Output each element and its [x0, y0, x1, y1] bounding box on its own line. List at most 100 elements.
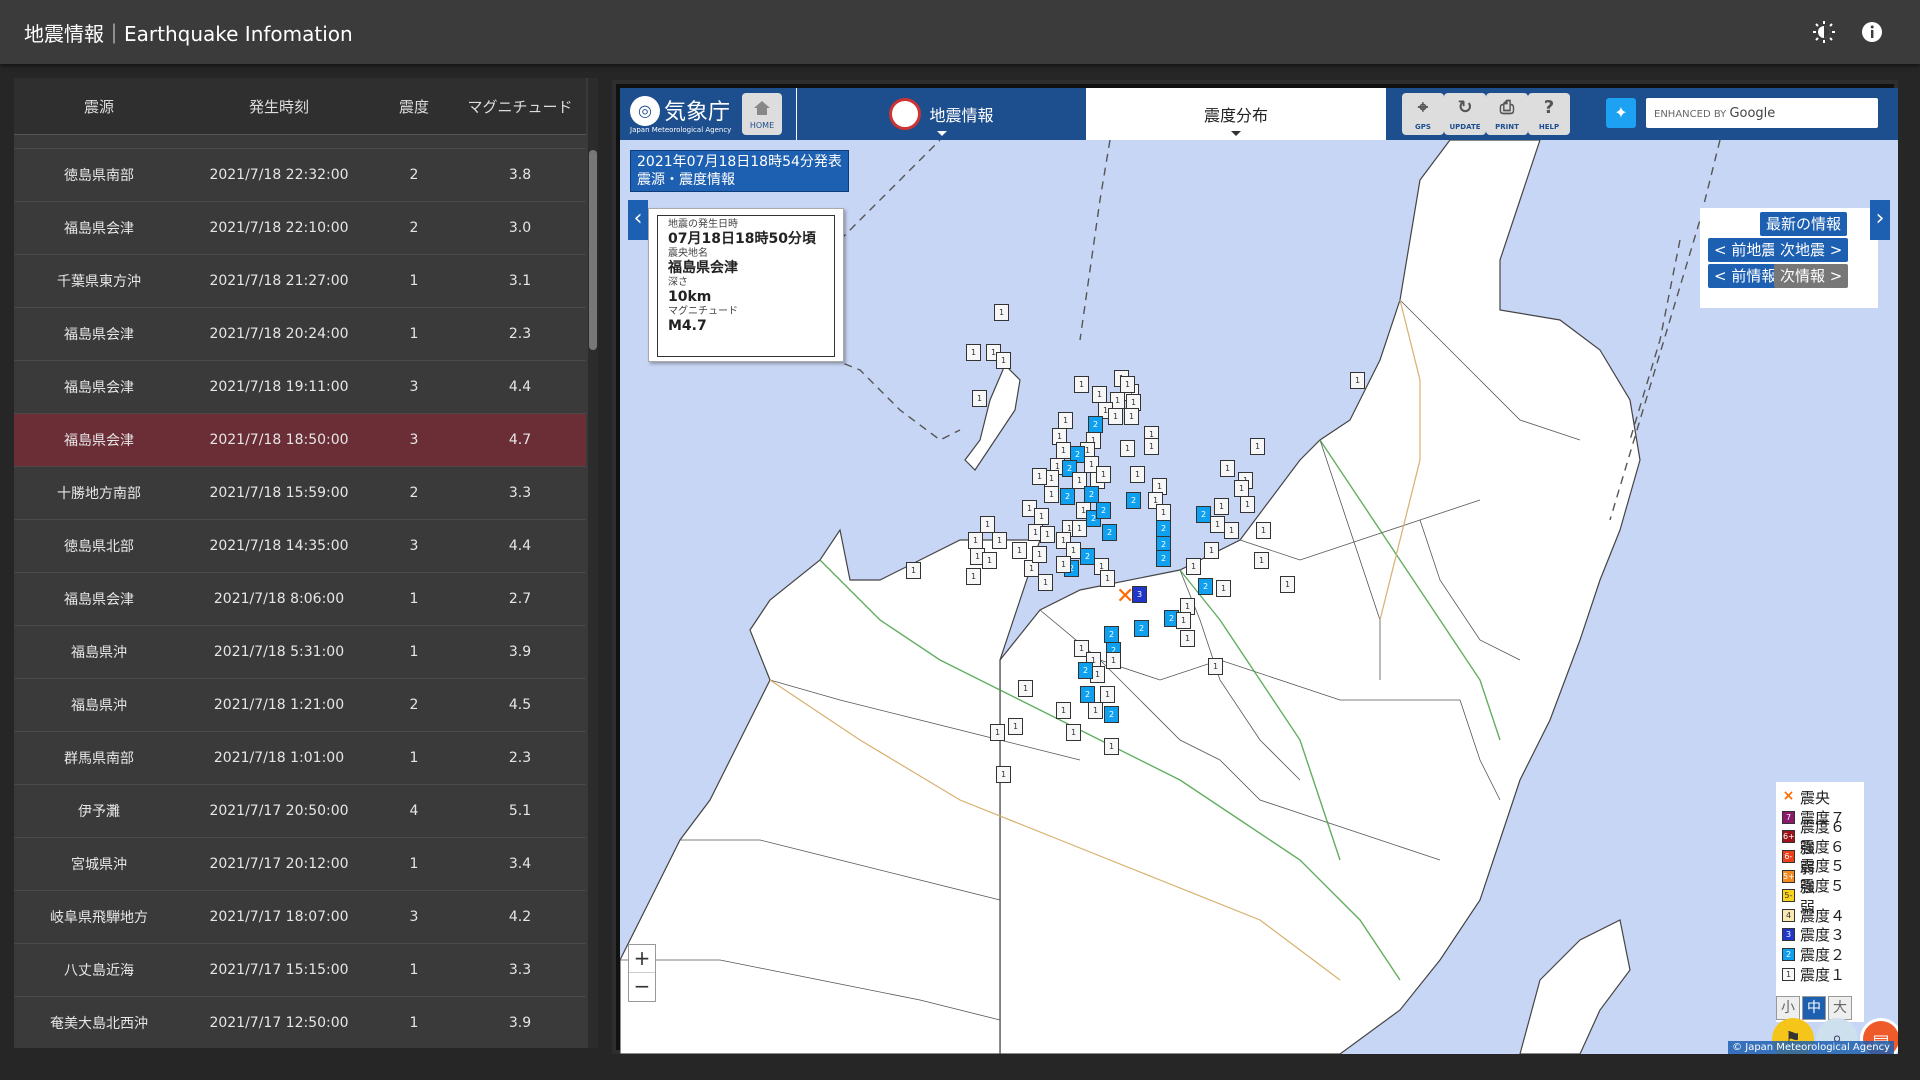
intensity-station-marker[interactable]: 2	[1078, 662, 1093, 679]
intensity-station-marker[interactable]: 2	[1156, 550, 1171, 567]
panel-left-arrow[interactable]: ‹	[628, 200, 648, 240]
panel-right-arrow[interactable]: ›	[1870, 200, 1890, 240]
intensity-station-marker[interactable]: 1	[1100, 570, 1115, 587]
help-button[interactable]: ? HELP	[1528, 93, 1570, 135]
intensity-station-marker[interactable]: 1	[906, 562, 921, 579]
intensity-station-marker[interactable]: 2	[1104, 626, 1119, 643]
intensity-station-marker[interactable]: 1	[1256, 522, 1271, 539]
intensity-station-marker[interactable]: 1	[980, 516, 995, 533]
column-header-epicenter[interactable]: 震源	[14, 96, 184, 117]
intensity-station-marker[interactable]: 1	[1180, 630, 1195, 647]
intensity-station-marker[interactable]: 1	[1120, 440, 1135, 457]
intensity-station-marker[interactable]: 2	[1196, 506, 1211, 523]
intensity-station-marker[interactable]: 1	[1074, 376, 1089, 393]
intensity-station-marker[interactable]: 1	[1208, 658, 1223, 675]
intensity-station-marker[interactable]: 1	[1092, 386, 1107, 403]
table-row[interactable]: 十勝地方南部 2021/7/18 15:59:00 2 3.3	[14, 467, 586, 520]
table-row[interactable]: 福島県会津 2021/7/18 8:06:00 1 2.7	[14, 573, 586, 626]
intensity-station-marker[interactable]: 1	[1214, 498, 1229, 515]
table-row[interactable]: 徳島県北部 2021/7/18 14:35:00 3 4.4	[14, 520, 586, 573]
intensity-station-marker[interactable]: 2	[1126, 492, 1141, 509]
column-header-time[interactable]: 発生時刻	[184, 96, 374, 117]
intensity-station-marker[interactable]: 1	[972, 390, 987, 407]
intensity-station-marker[interactable]: 1	[1034, 508, 1049, 525]
update-button[interactable]: ↻ UPDATE	[1444, 93, 1486, 135]
table-row[interactable]: 宮城県沖 2021/7/17 20:12:00 1 3.4	[14, 838, 586, 891]
table-row[interactable]: 徳島県南部 2021/7/18 22:32:00 2 3.8	[14, 149, 586, 202]
info-icon[interactable]	[1858, 18, 1886, 46]
intensity-station-marker[interactable]: 1	[1186, 558, 1201, 575]
intensity-station-marker[interactable]: 1	[1100, 686, 1115, 703]
intensity-station-marker[interactable]: 1	[1058, 412, 1073, 429]
intensity-station-marker[interactable]: 1	[990, 724, 1005, 741]
intensity-station-marker[interactable]: 1	[1056, 442, 1071, 459]
zoom-in-button[interactable]: +	[629, 945, 655, 973]
scrollbar-thumb[interactable]	[589, 150, 597, 350]
epicenter-marker[interactable]: ✕	[1116, 584, 1134, 609]
intensity-station-marker[interactable]: 2	[1156, 520, 1171, 537]
table-row[interactable]: 伊予灘 2021/7/17 20:50:00 4 5.1	[14, 785, 586, 838]
intensity-station-marker[interactable]: 1	[966, 568, 981, 585]
print-button[interactable]: ⎙ PRINT	[1486, 93, 1528, 135]
column-header-intensity[interactable]: 震度	[374, 96, 454, 117]
intensity-station-marker[interactable]: 1	[1032, 468, 1047, 485]
intensity-station-marker[interactable]: 1	[1156, 504, 1171, 521]
jma-logo[interactable]: ◎ 気象庁 Japan Meteorological Agency	[626, 94, 734, 134]
google-search-input[interactable]: ENHANCED BY Google	[1646, 98, 1878, 128]
prev-quake-button[interactable]: < 前地震	[1708, 238, 1783, 262]
tab-earthquake-info[interactable]: 地震情報	[796, 88, 1086, 140]
intensity-station-marker[interactable]: 1	[1018, 680, 1033, 697]
intensity-station-marker[interactable]: 1	[994, 304, 1009, 321]
brightness-icon[interactable]	[1810, 18, 1838, 46]
intensity-station-marker[interactable]: 1	[1176, 612, 1191, 629]
intensity-station-marker[interactable]: 1	[1250, 438, 1265, 455]
prev-info-button[interactable]: < 前情報	[1708, 264, 1783, 288]
table-row[interactable]: 福島県会津 2021/7/18 22:10:00 2 3.0	[14, 202, 586, 255]
intensity-station-marker[interactable]: 1	[1044, 486, 1059, 503]
intensity-station-marker[interactable]: 1	[992, 532, 1007, 549]
intensity-station-marker[interactable]: 1	[1056, 556, 1071, 573]
intensity-station-marker[interactable]: 1	[1008, 718, 1023, 735]
size-small-button[interactable]: 小	[1776, 996, 1800, 1020]
table-row[interactable]: 福島県会津 2021/7/18 19:11:00 3 4.4	[14, 361, 586, 414]
intensity-station-marker[interactable]: 1	[1220, 460, 1235, 477]
intensity-station-marker[interactable]: 1	[1216, 580, 1231, 597]
intensity-station-marker[interactable]: 2	[1088, 416, 1103, 433]
intensity-station-marker[interactable]: 1	[1254, 552, 1269, 569]
intensity-station-marker[interactable]: 1	[1204, 542, 1219, 559]
intensity-station-marker[interactable]: 1	[1012, 542, 1027, 559]
intensity-station-marker[interactable]: 1	[1280, 576, 1295, 593]
next-info-button[interactable]: 次情報 >	[1774, 264, 1849, 288]
size-large-button[interactable]: 大	[1828, 996, 1852, 1020]
intensity-station-marker[interactable]: 2	[1060, 488, 1075, 505]
intensity-station-marker[interactable]: 1	[1038, 574, 1053, 591]
intensity-station-marker[interactable]: 1	[1234, 480, 1249, 497]
table-row[interactable]: 群馬県南部 2021/7/18 1:01:00 1 2.3	[14, 732, 586, 785]
intensity-station-marker[interactable]: 1	[1224, 522, 1239, 539]
intensity-station-marker[interactable]: 1	[1096, 466, 1111, 483]
intensity-station-marker[interactable]: 1	[1104, 738, 1119, 755]
intensity-station-marker[interactable]: 1	[1066, 724, 1081, 741]
tab-intensity-distribution[interactable]: 震度分布	[1086, 88, 1386, 140]
intensity-station-marker[interactable]: 1	[996, 352, 1011, 369]
size-medium-button[interactable]: 中	[1802, 996, 1826, 1020]
intensity-station-marker[interactable]: 1	[1072, 520, 1087, 537]
intensity-station-marker[interactable]: 2	[1198, 578, 1213, 595]
intensity-station-marker[interactable]: 1	[1032, 546, 1047, 563]
intensity-station-marker[interactable]: 1	[1040, 526, 1055, 543]
intensity-station-marker[interactable]: 1	[1130, 466, 1145, 483]
list-body[interactable]: 長野県中部2021/7/18 23:09:0023.5 徳島県南部 2021/7/1…	[14, 134, 586, 1048]
intensity-station-marker[interactable]: 2	[1084, 486, 1099, 503]
zoom-out-button[interactable]: −	[629, 973, 655, 1001]
intensity-station-marker[interactable]: 1	[1108, 408, 1123, 425]
intensity-station-marker[interactable]: 1	[1120, 376, 1135, 393]
column-header-magnitude[interactable]: マグニチュード	[454, 96, 586, 117]
intensity-station-marker[interactable]: 1	[1210, 516, 1225, 533]
intensity-station-marker[interactable]: 1	[1350, 372, 1365, 389]
table-row[interactable]: 福島県会津 2021/7/18 20:24:00 1 2.3	[14, 308, 586, 361]
intensity-station-marker[interactable]: 2	[1102, 524, 1117, 541]
intensity-station-marker[interactable]: 1	[1240, 496, 1255, 513]
table-row[interactable]: 奄美大島北西沖 2021/7/17 12:50:00 1 3.9	[14, 997, 586, 1048]
home-button[interactable]: HOME	[742, 93, 782, 135]
table-row[interactable]: 岐阜県飛騨地方 2021/7/17 18:07:00 3 4.2	[14, 891, 586, 944]
